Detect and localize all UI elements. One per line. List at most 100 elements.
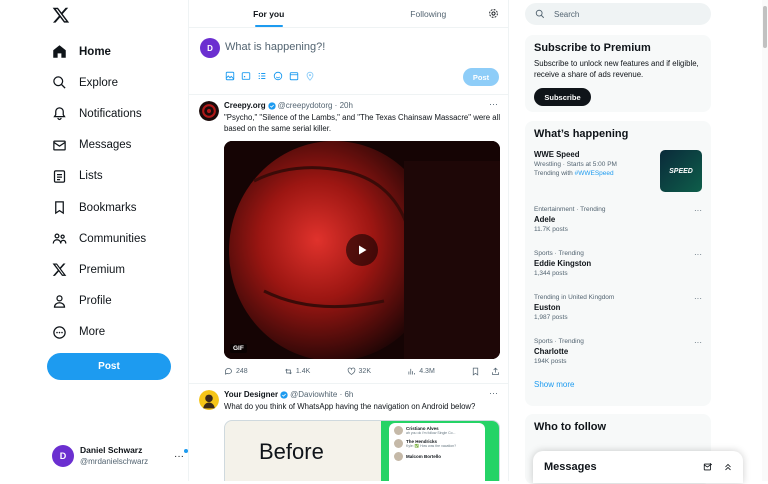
avatar[interactable] <box>199 390 219 410</box>
views-button[interactable]: 4.3M <box>407 367 435 376</box>
search-placeholder: Search <box>554 9 580 19</box>
chat-row: Cristiano Alves ah you ok i'm follow Sing… <box>394 426 480 435</box>
nav-item-communities[interactable]: Communities <box>52 223 146 254</box>
schedule-icon[interactable] <box>289 71 299 81</box>
gif-badge: GIF <box>230 344 247 353</box>
primary-nav: Home Explore Notifications Messages List… <box>52 36 146 348</box>
gear-icon[interactable] <box>488 8 499 19</box>
trend-item[interactable]: Trending in United Kingdom Euston 1,987 … <box>525 294 711 338</box>
tab-following[interactable]: Following <box>349 0 509 27</box>
more-icon[interactable]: ··· <box>694 294 702 303</box>
media-before-text: Before <box>259 439 324 464</box>
account-more-icon[interactable]: ··· <box>174 448 188 462</box>
premium-text: Subscribe to unlock new features and if … <box>534 59 699 79</box>
trend-posts: 1,344 posts <box>534 270 568 277</box>
author-handle[interactable]: @creepydotorg · 20h <box>278 101 353 110</box>
nav-label: More <box>79 326 106 339</box>
heart-icon <box>347 367 355 375</box>
author-handle[interactable]: @Daviowhite · 6h <box>290 390 353 399</box>
tweet-text: "Psycho," "Silence of the Lambs," and "T… <box>224 113 501 133</box>
nav-item-more[interactable]: More <box>52 317 146 348</box>
more-icon[interactable]: ··· <box>694 338 702 347</box>
reply-button[interactable]: 248 <box>224 367 248 376</box>
nav-item-messages[interactable]: Messages <box>52 130 146 161</box>
nav-label: Communities <box>79 232 147 245</box>
trend-posts: 1,987 posts <box>534 314 568 321</box>
nav-item-bookmarks[interactable]: Bookmarks <box>52 192 146 223</box>
messages-drawer[interactable]: Messages <box>533 451 743 483</box>
emoji-icon[interactable] <box>273 71 283 81</box>
author-name[interactable]: Your Designer <box>224 390 278 399</box>
bookmark-share-group <box>471 367 500 376</box>
scrollbar-thumb[interactable] <box>763 6 767 48</box>
tweet-media[interactable]: Before Cristiano Alves ah you ok i'm foll… <box>224 420 500 481</box>
subscribe-button[interactable]: Subscribe <box>534 88 591 106</box>
trend-hashtag[interactable]: #WWESpeed <box>575 170 614 177</box>
trend-item[interactable]: Sports · Trending Eddie Kingston 1,344 p… <box>525 250 711 294</box>
nav-item-home[interactable]: Home <box>52 36 146 67</box>
poll-icon[interactable] <box>257 71 267 81</box>
show-more-link[interactable]: Show more <box>525 380 711 389</box>
new-message-icon[interactable] <box>703 462 713 472</box>
whats-happening-card: What’s happening WWE Speed Wrestling · S… <box>525 121 711 406</box>
more-icon[interactable]: ··· <box>694 206 702 215</box>
phone-screen: Cristiano Alves ah you ok i'm follow Sing… <box>389 423 485 481</box>
trend-posts: 194K posts <box>534 358 567 365</box>
bell-icon <box>53 107 66 121</box>
play-button[interactable] <box>346 234 378 266</box>
nav-label: Notifications <box>79 107 142 120</box>
post-button[interactable]: Post <box>47 353 171 380</box>
trend-item[interactable]: Entertainment · Trending Adele 11.7K pos… <box>525 206 711 250</box>
bookmark-icon <box>55 201 64 215</box>
trend-item-featured[interactable]: WWE Speed Wrestling · Starts at 5:00 PM … <box>525 150 711 202</box>
trend-category: Sports · Trending <box>534 250 584 257</box>
chat-row: The Hendricks Kyle: ✅ How was the vacatio… <box>394 439 480 448</box>
repost-icon <box>285 368 292 375</box>
tab-for-you[interactable]: For you <box>189 0 349 27</box>
search-input[interactable]: Search <box>525 3 711 25</box>
happening-title: What’s happening <box>534 128 629 140</box>
search-icon <box>53 76 66 89</box>
trend-posts: 11.7K posts <box>534 226 568 233</box>
scrollbar[interactable] <box>762 0 768 481</box>
account-name: Daniel Schwarz <box>80 445 143 455</box>
main-timeline: For you Following D What is happening?! … <box>189 0 509 481</box>
x-logo-icon[interactable] <box>52 6 70 24</box>
nav-item-lists[interactable]: Lists <box>52 161 146 192</box>
home-icon <box>53 45 66 58</box>
compose-toolbar <box>225 71 315 81</box>
trend-item[interactable]: Sports · Trending Charlotte 194K posts ·… <box>525 338 711 380</box>
more-icon[interactable]: ··· <box>489 99 498 109</box>
account-switcher[interactable]: D Daniel Schwarz @mrdanielschwarz ··· <box>52 445 188 467</box>
nav-item-notifications[interactable]: Notifications <box>52 98 146 129</box>
location-icon[interactable] <box>305 71 315 81</box>
account-handle: @mrdanielschwarz <box>80 457 149 466</box>
nav-item-explore[interactable]: Explore <box>52 67 146 98</box>
expand-icon[interactable] <box>723 462 733 472</box>
trend-category: Sports · Trending <box>534 338 584 345</box>
messages-drawer-title: Messages <box>544 461 597 473</box>
compose-post-button[interactable]: Post <box>463 68 499 86</box>
bookmark-icon[interactable] <box>471 367 480 376</box>
tweet[interactable]: Creepy.org @creepydotorg · 20h ··· "Psyc… <box>189 95 508 384</box>
author-name[interactable]: Creepy.org <box>224 101 266 110</box>
tweet-media[interactable]: GIF <box>224 141 500 359</box>
like-button[interactable]: 32K <box>347 367 371 376</box>
image-icon[interactable] <box>225 71 235 81</box>
mail-icon <box>53 140 66 151</box>
share-icon[interactable] <box>491 367 500 376</box>
avatar[interactable] <box>199 101 219 121</box>
compose-input[interactable]: What is happening?! <box>225 41 325 53</box>
verified-badge-icon <box>280 390 288 399</box>
nav-label: Messages <box>79 139 132 152</box>
more-icon[interactable]: ··· <box>694 250 702 259</box>
nav-item-profile[interactable]: Profile <box>52 286 146 317</box>
tweet-header: Creepy.org @creepydotorg · 20h <box>224 101 353 110</box>
tweet[interactable]: Your Designer @Daviowhite · 6h ··· What … <box>189 384 508 481</box>
nav-item-premium[interactable]: Premium <box>52 254 146 285</box>
nav-label: Profile <box>79 295 112 308</box>
repost-button[interactable]: 1.4K <box>284 367 310 376</box>
more-icon[interactable]: ··· <box>489 388 498 398</box>
nav-label: Explore <box>79 76 118 89</box>
gif-icon[interactable] <box>241 71 251 81</box>
